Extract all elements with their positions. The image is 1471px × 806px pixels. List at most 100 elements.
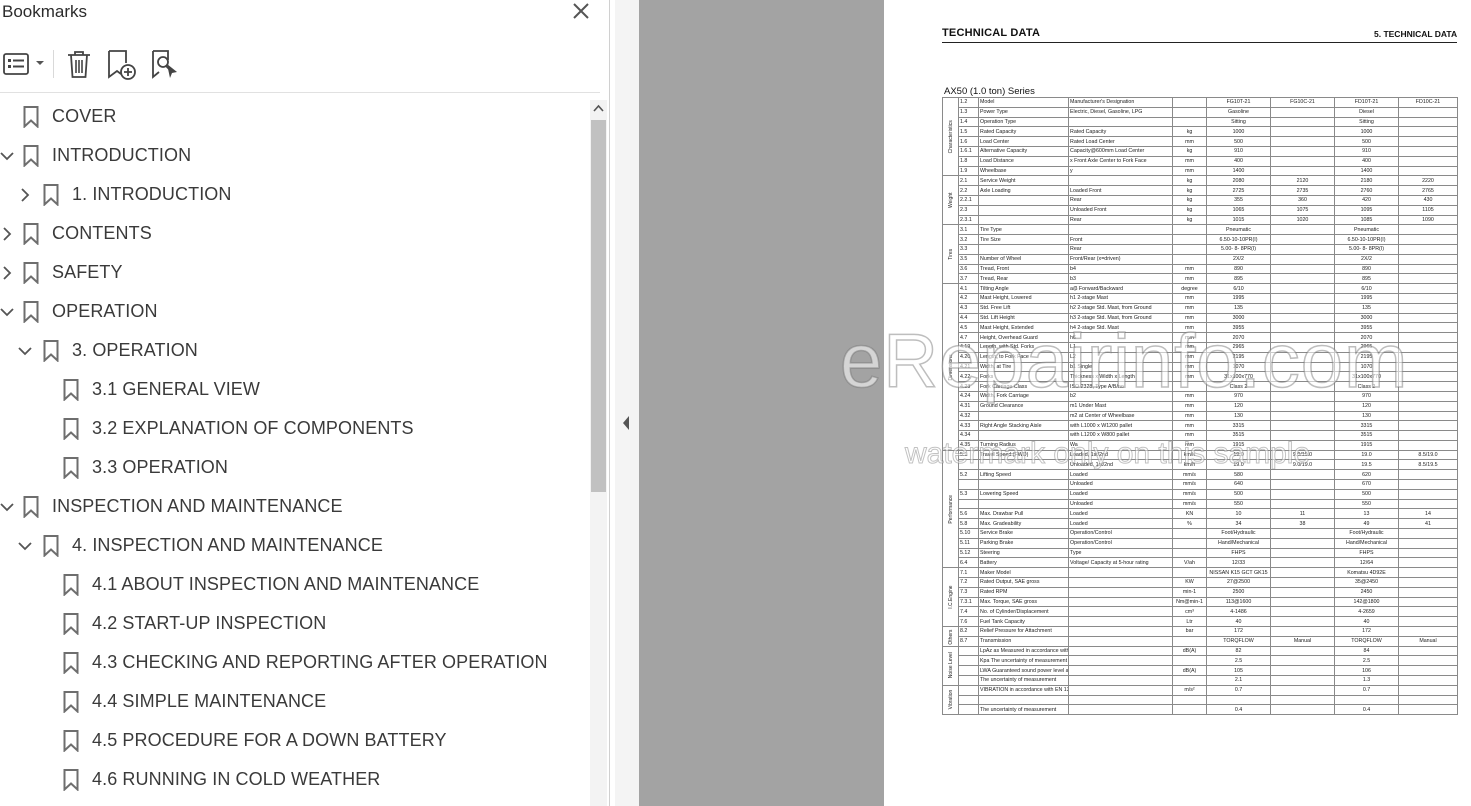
chevron-down-icon[interactable] xyxy=(0,148,14,164)
bookmark-item-4-inspection[interactable]: 4. INSPECTION AND MAINTENANCE xyxy=(0,527,590,566)
bookmark-item-introduction[interactable]: INTRODUCTION xyxy=(0,137,590,176)
spec-cell xyxy=(1270,469,1335,481)
chevron-down-icon[interactable] xyxy=(0,304,14,320)
spec-cell: 895 xyxy=(1206,273,1271,285)
spec-cell: 2080 xyxy=(1206,175,1271,187)
spec-row: 5.12 Steering Type FHPS FHPS xyxy=(943,547,1458,559)
spec-row: 6.4 Battery Voltage/ Capacity at 5-hour ra… xyxy=(943,557,1458,569)
chevron-right-icon[interactable] xyxy=(18,187,32,203)
spec-cell xyxy=(1270,253,1335,265)
spec-cell: 11 xyxy=(1270,508,1335,520)
bookmark-item-3-1[interactable]: 3.1 GENERAL VIEW xyxy=(0,371,590,410)
spec-cell xyxy=(1068,577,1173,588)
scroll-up-arrow-icon[interactable] xyxy=(590,100,607,118)
bookmark-item-3-3[interactable]: 3.3 OPERATION xyxy=(0,449,590,488)
bookmark-item-3-operation[interactable]: 3. OPERATION xyxy=(0,332,590,371)
spec-cell: 430 xyxy=(1398,194,1458,206)
options-menu-icon[interactable] xyxy=(2,48,46,80)
bookmark-item-inspection[interactable]: INSPECTION AND MAINTENANCE xyxy=(0,488,590,527)
collapse-panel-icon[interactable] xyxy=(620,414,632,432)
spec-row: 7.4 No. of Cylinder/Displacement cm³ 4-1486… xyxy=(943,606,1458,618)
bookmark-item-4-6[interactable]: 4.6 RUNNING IN COLD WEATHER xyxy=(0,761,590,800)
spec-cell: 550 xyxy=(1206,498,1271,510)
spec-cell xyxy=(1270,547,1335,559)
spec-cell: Loaded xyxy=(1068,469,1173,481)
spec-cell: Unloaded xyxy=(1068,479,1173,490)
new-bookmark-icon[interactable] xyxy=(104,48,138,80)
spec-cell xyxy=(1172,253,1207,265)
spec-cell: 2450 xyxy=(1334,586,1399,598)
bookmark-item-safety[interactable]: SAFETY xyxy=(0,254,590,293)
spec-cell: mm xyxy=(1172,302,1207,314)
spec-cell xyxy=(1398,567,1458,579)
spec-cell: 4-1486 xyxy=(1206,606,1271,618)
bookmark-item-4-4[interactable]: 4.4 SIMPLE MAINTENANCE xyxy=(0,683,590,722)
spec-cell xyxy=(1398,165,1458,177)
spec-cell: FHPS xyxy=(1334,547,1399,559)
bookmark-item-4-5[interactable]: 4.5 PROCEDURE FOR A DOWN BATTERY xyxy=(0,722,590,761)
close-icon[interactable] xyxy=(569,0,593,24)
spec-cell xyxy=(1172,528,1207,539)
spec-cell xyxy=(1398,704,1458,716)
spec-group-cell: Vibration xyxy=(942,685,959,715)
bookmarks-toolbar xyxy=(0,42,600,86)
spec-cell: 2500 xyxy=(1206,586,1271,598)
spec-cell: Komatsu 4D92E xyxy=(1334,567,1399,579)
spec-cell: 0.7 xyxy=(1334,684,1399,696)
spec-cell xyxy=(1270,567,1335,579)
spec-cell: 400 xyxy=(1334,155,1399,167)
spec-cell xyxy=(1270,234,1335,245)
spec-row: Tires 3.1 Tire Type Pneumatic Pneumatic xyxy=(942,224,1458,284)
spec-cell: LpAz as Measured in accordance with EN12… xyxy=(978,645,1069,657)
trash-icon[interactable] xyxy=(64,48,94,80)
spec-cell xyxy=(1270,704,1335,716)
spec-cell: Pneumatic xyxy=(1334,224,1399,236)
bookmark-icon xyxy=(23,223,39,245)
spec-cell: Load Center xyxy=(978,136,1069,147)
spec-cell xyxy=(1270,420,1335,432)
spec-group-cell: Noise Level xyxy=(942,646,959,686)
chevron-down-icon[interactable] xyxy=(0,499,14,515)
bookmark-item-operation[interactable]: OPERATION xyxy=(0,293,590,332)
bookmark-item-4-2[interactable]: 4.2 START-UP INSPECTION xyxy=(0,605,590,644)
spec-cell: mm/s xyxy=(1172,469,1207,481)
spec-cell: 3.5 xyxy=(958,253,979,265)
spec-row: Characteristics 1.2 Model Manufacturer's De… xyxy=(942,97,1458,176)
watermark-subtext: watermark only on this sample xyxy=(904,437,1311,471)
spec-cell xyxy=(1068,694,1173,706)
spec-cell: 5.10 xyxy=(958,528,979,539)
spec-cell: Hand/Mechanical xyxy=(1334,537,1399,549)
spec-cell: 3.7 xyxy=(958,273,979,285)
chevron-right-icon[interactable] xyxy=(0,226,14,242)
bookmark-item-1-introduction[interactable]: 1. INTRODUCTION xyxy=(0,176,590,215)
bookmark-item-4-3[interactable]: 4.3 CHECKING AND REPORTING AFTER OPERATI… xyxy=(0,644,590,683)
find-bookmark-icon[interactable] xyxy=(148,48,182,80)
spec-cell: Rated Capacity xyxy=(1068,126,1173,138)
chevron-right-icon[interactable] xyxy=(0,265,14,281)
spec-cell xyxy=(1270,498,1335,510)
spec-cell xyxy=(1172,224,1207,236)
chevron-down-icon[interactable] xyxy=(18,538,32,554)
spec-cell: Load Distance xyxy=(978,155,1069,167)
spec-cell xyxy=(1270,243,1335,255)
spec-cell: Battery xyxy=(978,557,1069,569)
bookmark-item-cover[interactable]: COVER xyxy=(0,98,590,137)
bookmark-item-contents[interactable]: CONTENTS xyxy=(0,215,590,254)
bookmark-icon xyxy=(23,496,39,518)
bookmark-icon xyxy=(63,652,79,674)
spec-cell: 2.1 xyxy=(958,175,979,187)
bookmark-item-3-2[interactable]: 3.2 EXPLANATION OF COMPONENTS xyxy=(0,410,590,449)
spec-cell: 2.3.1 xyxy=(958,214,979,226)
bookmark-item-4-1[interactable]: 4.1 ABOUT INSPECTION AND MAINTENANCE xyxy=(0,566,590,605)
scrollbar-thumb[interactable] xyxy=(591,120,606,492)
spec-cell xyxy=(1398,126,1458,138)
chevron-down-icon[interactable] xyxy=(18,343,32,359)
spec-row: 8.7 Transmission TORQFLOW Manual TORQFLOW Man… xyxy=(943,635,1458,647)
spec-cell: 1.3 xyxy=(1334,675,1399,686)
panel-collapse-strip[interactable] xyxy=(615,0,639,806)
spec-cell: 2765 xyxy=(1398,185,1458,196)
spec-cell: 135 xyxy=(1206,302,1271,314)
spec-cell xyxy=(1270,126,1335,138)
spec-cell xyxy=(1270,283,1335,294)
spec-cell: 1065 xyxy=(1206,204,1271,216)
